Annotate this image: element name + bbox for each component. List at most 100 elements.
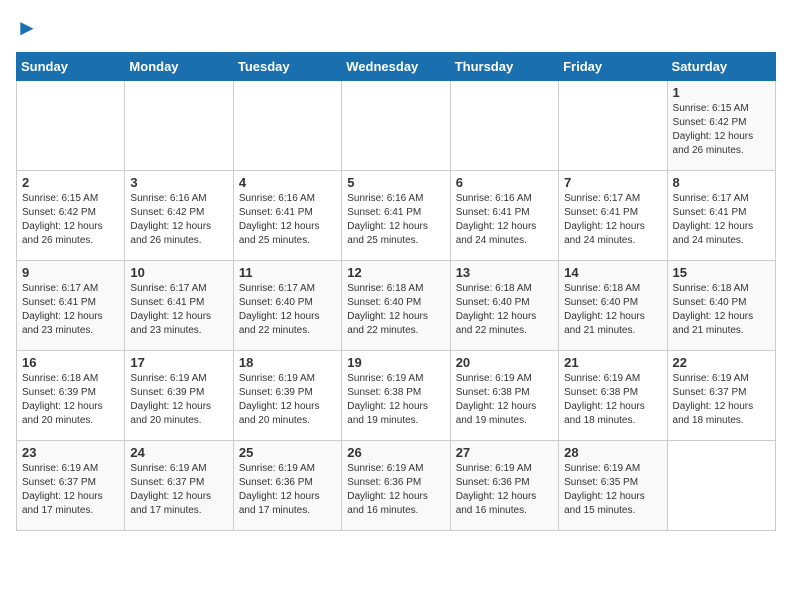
calendar-cell [125,81,233,171]
day-info: Sunrise: 6:16 AM Sunset: 6:41 PM Dayligh… [239,192,336,248]
day-number: 20 [456,355,553,370]
calendar-cell: 18 Sunrise: 6:19 AM Sunset: 6:39 PM Dayli… [233,351,341,441]
calendar-cell: 16 Sunrise: 6:18 AM Sunset: 6:39 PM Dayli… [17,351,125,441]
day-info: Sunrise: 6:16 AM Sunset: 6:41 PM Dayligh… [347,192,444,248]
calendar-cell: 8 Sunrise: 6:17 AM Sunset: 6:41 PM Daylig… [667,171,775,261]
calendar-cell: 4 Sunrise: 6:16 AM Sunset: 6:41 PM Daylig… [233,171,341,261]
day-info: Sunrise: 6:19 AM Sunset: 6:37 PM Dayligh… [673,372,770,428]
day-info: Sunrise: 6:16 AM Sunset: 6:41 PM Dayligh… [456,192,553,248]
column-header-sunday: Sunday [17,53,125,81]
day-info: Sunrise: 6:19 AM Sunset: 6:38 PM Dayligh… [456,372,553,428]
calendar-cell [17,81,125,171]
day-info: Sunrise: 6:19 AM Sunset: 6:36 PM Dayligh… [239,462,336,518]
calendar-cell [342,81,450,171]
calendar-week-1: 1 Sunrise: 6:15 AM Sunset: 6:42 PM Daylig… [17,81,776,171]
calendar-cell: 26 Sunrise: 6:19 AM Sunset: 6:36 PM Dayli… [342,441,450,531]
day-info: Sunrise: 6:19 AM Sunset: 6:38 PM Dayligh… [564,372,661,428]
calendar-cell: 13 Sunrise: 6:18 AM Sunset: 6:40 PM Dayli… [450,261,558,351]
day-number: 21 [564,355,661,370]
day-info: Sunrise: 6:15 AM Sunset: 6:42 PM Dayligh… [22,192,119,248]
calendar-cell: 20 Sunrise: 6:19 AM Sunset: 6:38 PM Dayli… [450,351,558,441]
calendar-cell: 2 Sunrise: 6:15 AM Sunset: 6:42 PM Daylig… [17,171,125,261]
calendar-cell [559,81,667,171]
calendar-week-4: 16 Sunrise: 6:18 AM Sunset: 6:39 PM Dayli… [17,351,776,441]
day-info: Sunrise: 6:17 AM Sunset: 6:41 PM Dayligh… [564,192,661,248]
day-info: Sunrise: 6:18 AM Sunset: 6:40 PM Dayligh… [347,282,444,338]
day-number: 19 [347,355,444,370]
day-number: 2 [22,175,119,190]
calendar-cell: 27 Sunrise: 6:19 AM Sunset: 6:36 PM Dayli… [450,441,558,531]
day-number: 18 [239,355,336,370]
day-number: 10 [130,265,227,280]
calendar-body: 1 Sunrise: 6:15 AM Sunset: 6:42 PM Daylig… [17,81,776,531]
day-number: 6 [456,175,553,190]
day-number: 12 [347,265,444,280]
calendar-cell [233,81,341,171]
day-number: 14 [564,265,661,280]
day-number: 16 [22,355,119,370]
column-header-thursday: Thursday [450,53,558,81]
day-number: 1 [673,85,770,100]
day-number: 17 [130,355,227,370]
day-number: 11 [239,265,336,280]
calendar-cell: 12 Sunrise: 6:18 AM Sunset: 6:40 PM Dayli… [342,261,450,351]
day-info: Sunrise: 6:18 AM Sunset: 6:40 PM Dayligh… [673,282,770,338]
calendar-header-row: SundayMondayTuesdayWednesdayThursdayFrid… [17,53,776,81]
day-number: 7 [564,175,661,190]
column-header-monday: Monday [125,53,233,81]
day-number: 25 [239,445,336,460]
page-header: ► [16,16,776,40]
day-info: Sunrise: 6:19 AM Sunset: 6:36 PM Dayligh… [347,462,444,518]
calendar-cell: 5 Sunrise: 6:16 AM Sunset: 6:41 PM Daylig… [342,171,450,261]
day-number: 4 [239,175,336,190]
day-info: Sunrise: 6:18 AM Sunset: 6:40 PM Dayligh… [456,282,553,338]
day-number: 3 [130,175,227,190]
calendar-cell: 9 Sunrise: 6:17 AM Sunset: 6:41 PM Daylig… [17,261,125,351]
calendar-cell: 28 Sunrise: 6:19 AM Sunset: 6:35 PM Dayli… [559,441,667,531]
calendar-cell: 25 Sunrise: 6:19 AM Sunset: 6:36 PM Dayli… [233,441,341,531]
day-info: Sunrise: 6:19 AM Sunset: 6:37 PM Dayligh… [22,462,119,518]
calendar-cell: 22Sunrise: 6:19 AM Sunset: 6:37 PM Dayli… [667,351,775,441]
calendar-cell: 6 Sunrise: 6:16 AM Sunset: 6:41 PM Daylig… [450,171,558,261]
calendar-cell [450,81,558,171]
day-info: Sunrise: 6:16 AM Sunset: 6:42 PM Dayligh… [130,192,227,248]
calendar-cell: 19 Sunrise: 6:19 AM Sunset: 6:38 PM Dayli… [342,351,450,441]
column-header-tuesday: Tuesday [233,53,341,81]
day-number: 23 [22,445,119,460]
calendar-cell: 10 Sunrise: 6:17 AM Sunset: 6:41 PM Dayli… [125,261,233,351]
day-info: Sunrise: 6:17 AM Sunset: 6:41 PM Dayligh… [22,282,119,338]
day-info: Sunrise: 6:19 AM Sunset: 6:36 PM Dayligh… [456,462,553,518]
day-info: Sunrise: 6:19 AM Sunset: 6:35 PM Dayligh… [564,462,661,518]
day-number: 5 [347,175,444,190]
day-info: Sunrise: 6:18 AM Sunset: 6:39 PM Dayligh… [22,372,119,428]
logo: ► [16,16,38,40]
day-info: Sunrise: 6:17 AM Sunset: 6:41 PM Dayligh… [130,282,227,338]
day-number: 28 [564,445,661,460]
column-header-saturday: Saturday [667,53,775,81]
calendar-table: SundayMondayTuesdayWednesdayThursdayFrid… [16,52,776,531]
day-info: Sunrise: 6:19 AM Sunset: 6:39 PM Dayligh… [130,372,227,428]
calendar-week-2: 2 Sunrise: 6:15 AM Sunset: 6:42 PM Daylig… [17,171,776,261]
day-number: 24 [130,445,227,460]
day-info: Sunrise: 6:17 AM Sunset: 6:41 PM Dayligh… [673,192,770,248]
calendar-cell: 7 Sunrise: 6:17 AM Sunset: 6:41 PM Daylig… [559,171,667,261]
day-number: 13 [456,265,553,280]
day-number: 8 [673,175,770,190]
column-header-friday: Friday [559,53,667,81]
day-number: 15 [673,265,770,280]
calendar-week-3: 9 Sunrise: 6:17 AM Sunset: 6:41 PM Daylig… [17,261,776,351]
calendar-week-5: 23 Sunrise: 6:19 AM Sunset: 6:37 PM Dayli… [17,441,776,531]
day-number: 27 [456,445,553,460]
calendar-cell: 24 Sunrise: 6:19 AM Sunset: 6:37 PM Dayli… [125,441,233,531]
calendar-cell: 17 Sunrise: 6:19 AM Sunset: 6:39 PM Dayli… [125,351,233,441]
day-number: 26 [347,445,444,460]
day-info: Sunrise: 6:15 AM Sunset: 6:42 PM Dayligh… [673,102,770,158]
calendar-cell: 14Sunrise: 6:18 AM Sunset: 6:40 PM Dayli… [559,261,667,351]
calendar-cell: 23 Sunrise: 6:19 AM Sunset: 6:37 PM Dayli… [17,441,125,531]
day-info: Sunrise: 6:19 AM Sunset: 6:38 PM Dayligh… [347,372,444,428]
day-number: 9 [22,265,119,280]
calendar-cell [667,441,775,531]
day-info: Sunrise: 6:19 AM Sunset: 6:37 PM Dayligh… [130,462,227,518]
column-header-wednesday: Wednesday [342,53,450,81]
day-info: Sunrise: 6:19 AM Sunset: 6:39 PM Dayligh… [239,372,336,428]
